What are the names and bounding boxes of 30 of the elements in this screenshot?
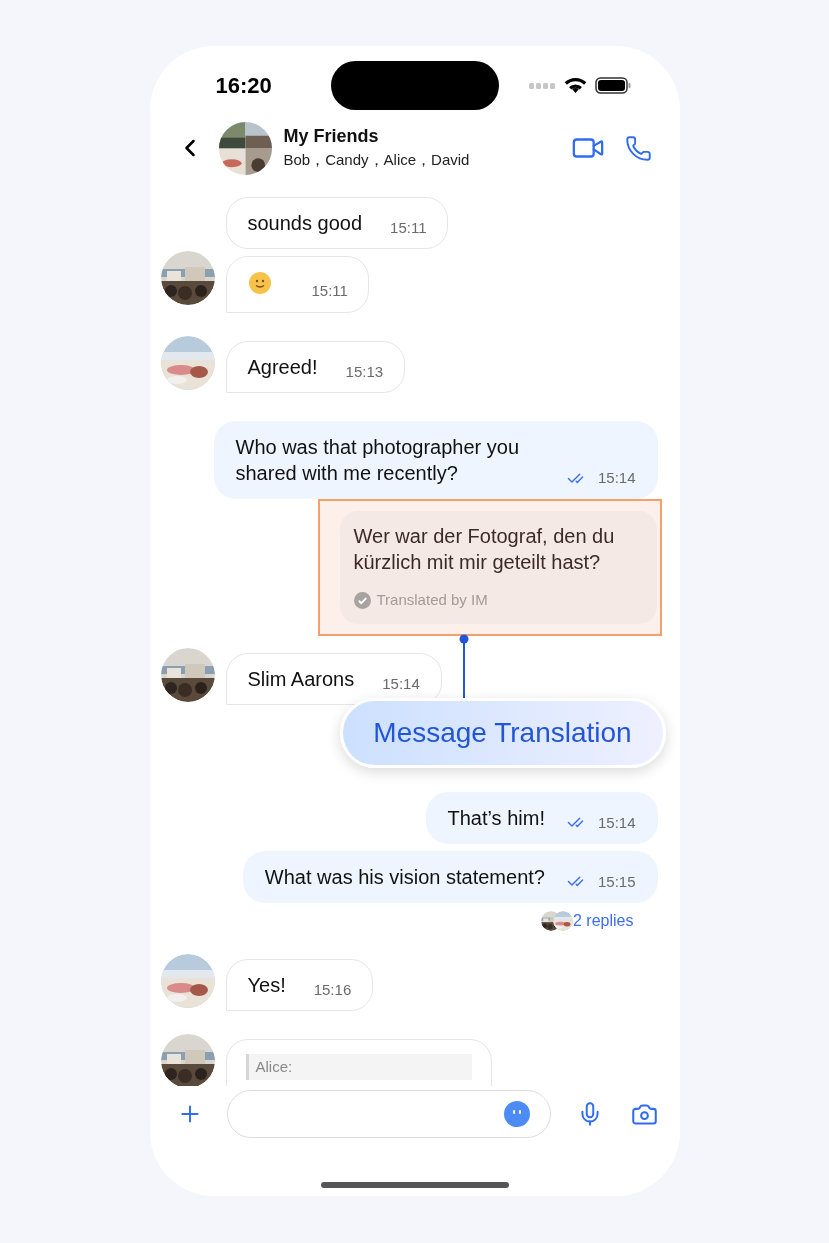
message-time: 15:14 <box>597 468 636 488</box>
translation-note: Translated by IM <box>376 590 488 610</box>
chat-members: Bob，Candy，Alice，David <box>283 150 470 170</box>
message-time: 15:14 <box>382 673 420 694</box>
message-time: 15:11 <box>311 281 348 302</box>
smiley-icon <box>247 270 272 295</box>
message-time: 15:16 <box>313 979 352 1000</box>
message-time: 15:13 <box>345 362 384 382</box>
check-circle-icon <box>353 591 371 609</box>
replies-link[interactable]: 2 replies <box>573 910 634 931</box>
battery-icon <box>594 77 632 94</box>
leader-line <box>458 633 469 698</box>
message-text: Slim Aarons <box>247 666 355 692</box>
emoji-icon[interactable] <box>503 1101 530 1127</box>
message-text: That’s him! <box>447 805 545 831</box>
voice-call-button[interactable] <box>624 134 652 162</box>
message-text: What was his vision statement? <box>264 864 545 890</box>
status-time: 16:20 <box>214 72 273 100</box>
message-text: Yes! <box>247 972 286 998</box>
message-time: 15:15 <box>597 871 636 892</box>
chat-title: My Friends <box>283 125 380 148</box>
quote-author: Alice: <box>255 1057 293 1075</box>
message-text: sounds good <box>247 211 363 236</box>
message-text: Agreed! <box>247 355 318 380</box>
wifi-icon <box>563 77 587 94</box>
message-text: Who was that photographer you shared with me recently? <box>235 435 520 486</box>
signal-icon <box>528 82 556 89</box>
message-time: 15:14 <box>597 812 636 833</box>
translated-text: Wer war der Fotograf, den du kürzlich mit mir geteilt hast? <box>353 524 616 575</box>
message-time: 15:11 <box>390 218 427 238</box>
